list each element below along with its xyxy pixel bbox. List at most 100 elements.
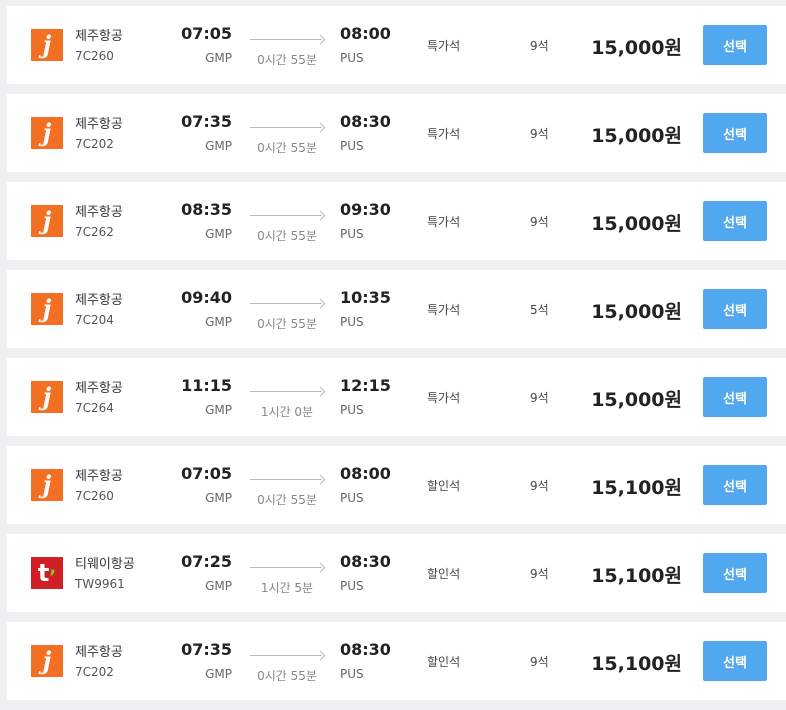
departure-time: 07:05 (181, 24, 232, 43)
fare-price: 15,100원 (591, 653, 682, 675)
airline-name: 제주항공 (75, 381, 123, 396)
flight-row[interactable]: j 제주항공 7C262 08:35 GMP 0시간 55분 09:30 PUS… (7, 182, 786, 260)
jeju-air-logo-icon: j (31, 645, 63, 677)
departure-airport: GMP (205, 227, 232, 241)
arrow-right-icon (250, 562, 326, 573)
airline-name: 제주항공 (75, 117, 123, 132)
airline-name: 제주항공 (75, 29, 123, 44)
seats-remaining: 9석 (530, 479, 549, 493)
arrival-time: 08:30 (340, 112, 391, 131)
flight-row[interactable]: j 제주항공 7C202 07:35 GMP 0시간 55분 08:30 PUS… (7, 622, 786, 700)
arrow-right-icon (250, 210, 326, 221)
select-button[interactable]: 선택 (703, 641, 767, 681)
seats-remaining: 9석 (530, 39, 549, 53)
flight-row[interactable]: j 제주항공 7C202 07:35 GMP 0시간 55분 08:30 PUS… (7, 94, 786, 172)
flight-row[interactable]: j 제주항공 7C260 07:05 GMP 0시간 55분 08:00 PUS… (7, 6, 786, 84)
departure-time: 07:35 (181, 640, 232, 659)
flight-number: 7C202 (75, 665, 114, 679)
arrival-time: 12:15 (340, 376, 391, 395)
flight-duration: 0시간 55분 (257, 669, 317, 683)
fare-price: 15,100원 (591, 565, 682, 587)
arrival-time: 09:30 (340, 200, 391, 219)
departure-airport: GMP (205, 667, 232, 681)
departure-time: 11:15 (181, 376, 232, 395)
seats-remaining: 5석 (530, 303, 549, 317)
seat-class: 특가석 (427, 127, 461, 141)
departure-airport: GMP (205, 579, 232, 593)
select-button[interactable]: 선택 (703, 113, 767, 153)
flight-duration: 0시간 55분 (257, 141, 317, 155)
seat-class: 할인석 (427, 655, 461, 669)
select-button[interactable]: 선택 (703, 377, 767, 417)
airline-name: 제주항공 (75, 293, 123, 308)
flight-row[interactable]: j 제주항공 7C204 09:40 GMP 0시간 55분 10:35 PUS… (7, 270, 786, 348)
arrival-airport: PUS (340, 139, 364, 153)
departure-time: 07:35 (181, 112, 232, 131)
arrival-airport: PUS (340, 491, 364, 505)
flight-number: TW9961 (75, 577, 125, 591)
flight-number: 7C262 (75, 225, 114, 239)
seat-class: 특가석 (427, 391, 461, 405)
airline-name: 제주항공 (75, 469, 123, 484)
jeju-air-logo-icon: j (31, 381, 63, 413)
airline-name: 제주항공 (75, 205, 123, 220)
select-button[interactable]: 선택 (703, 289, 767, 329)
flight-duration: 0시간 55분 (257, 493, 317, 507)
seat-class: 할인석 (427, 479, 461, 493)
departure-airport: GMP (205, 403, 232, 417)
flight-duration: 0시간 55분 (257, 229, 317, 243)
arrow-right-icon (250, 650, 326, 661)
departure-time: 07:25 (181, 552, 232, 571)
jeju-air-logo-icon: j (31, 205, 63, 237)
flight-number: 7C202 (75, 137, 114, 151)
fare-price: 15,100원 (591, 477, 682, 499)
seats-remaining: 9석 (530, 127, 549, 141)
arrival-airport: PUS (340, 579, 364, 593)
arrival-time: 08:30 (340, 552, 391, 571)
fare-price: 15,000원 (591, 125, 682, 147)
jeju-air-logo-icon: j (31, 293, 63, 325)
arrival-time: 08:00 (340, 24, 391, 43)
seats-remaining: 9석 (530, 567, 549, 581)
select-button[interactable]: 선택 (703, 25, 767, 65)
fare-price: 15,000원 (591, 213, 682, 235)
arrival-airport: PUS (340, 315, 364, 329)
departure-airport: GMP (205, 491, 232, 505)
fare-price: 15,000원 (591, 301, 682, 323)
flight-number: 7C260 (75, 489, 114, 503)
flight-row[interactable]: j 제주항공 7C264 11:15 GMP 1시간 0분 12:15 PUS … (7, 358, 786, 436)
airline-name: 티웨이항공 (75, 557, 135, 572)
jeju-air-logo-icon: j (31, 469, 63, 501)
flight-number: 7C204 (75, 313, 114, 327)
flight-number: 7C260 (75, 49, 114, 63)
airline-name: 제주항공 (75, 645, 123, 660)
departure-time: 08:35 (181, 200, 232, 219)
arrival-airport: PUS (340, 403, 364, 417)
seat-class: 특가석 (427, 39, 461, 53)
seats-remaining: 9석 (530, 215, 549, 229)
flight-row[interactable]: t, 티웨이항공 TW9961 07:25 GMP 1시간 5분 08:30 P… (7, 534, 786, 612)
flight-number: 7C264 (75, 401, 114, 415)
select-button[interactable]: 선택 (703, 553, 767, 593)
departure-time: 09:40 (181, 288, 232, 307)
flight-duration: 1시간 5분 (260, 581, 314, 595)
seats-remaining: 9석 (530, 391, 549, 405)
flight-list: j 제주항공 7C260 07:05 GMP 0시간 55분 08:00 PUS… (0, 0, 786, 710)
arrow-right-icon (250, 474, 326, 485)
seat-class: 특가석 (427, 303, 461, 317)
departure-airport: GMP (205, 315, 232, 329)
departure-time: 07:05 (181, 464, 232, 483)
arrival-airport: PUS (340, 227, 364, 241)
arrow-right-icon (250, 298, 326, 309)
arrow-right-icon (250, 34, 326, 45)
select-button[interactable]: 선택 (703, 201, 767, 241)
fare-price: 15,000원 (591, 389, 682, 411)
seat-class: 특가석 (427, 215, 461, 229)
flight-row[interactable]: j 제주항공 7C260 07:05 GMP 0시간 55분 08:00 PUS… (7, 446, 786, 524)
select-button[interactable]: 선택 (703, 465, 767, 505)
arrow-right-icon (250, 122, 326, 133)
arrow-right-icon (250, 386, 326, 397)
arrival-time: 10:35 (340, 288, 391, 307)
arrival-airport: PUS (340, 667, 364, 681)
jeju-air-logo-icon: j (31, 117, 63, 149)
